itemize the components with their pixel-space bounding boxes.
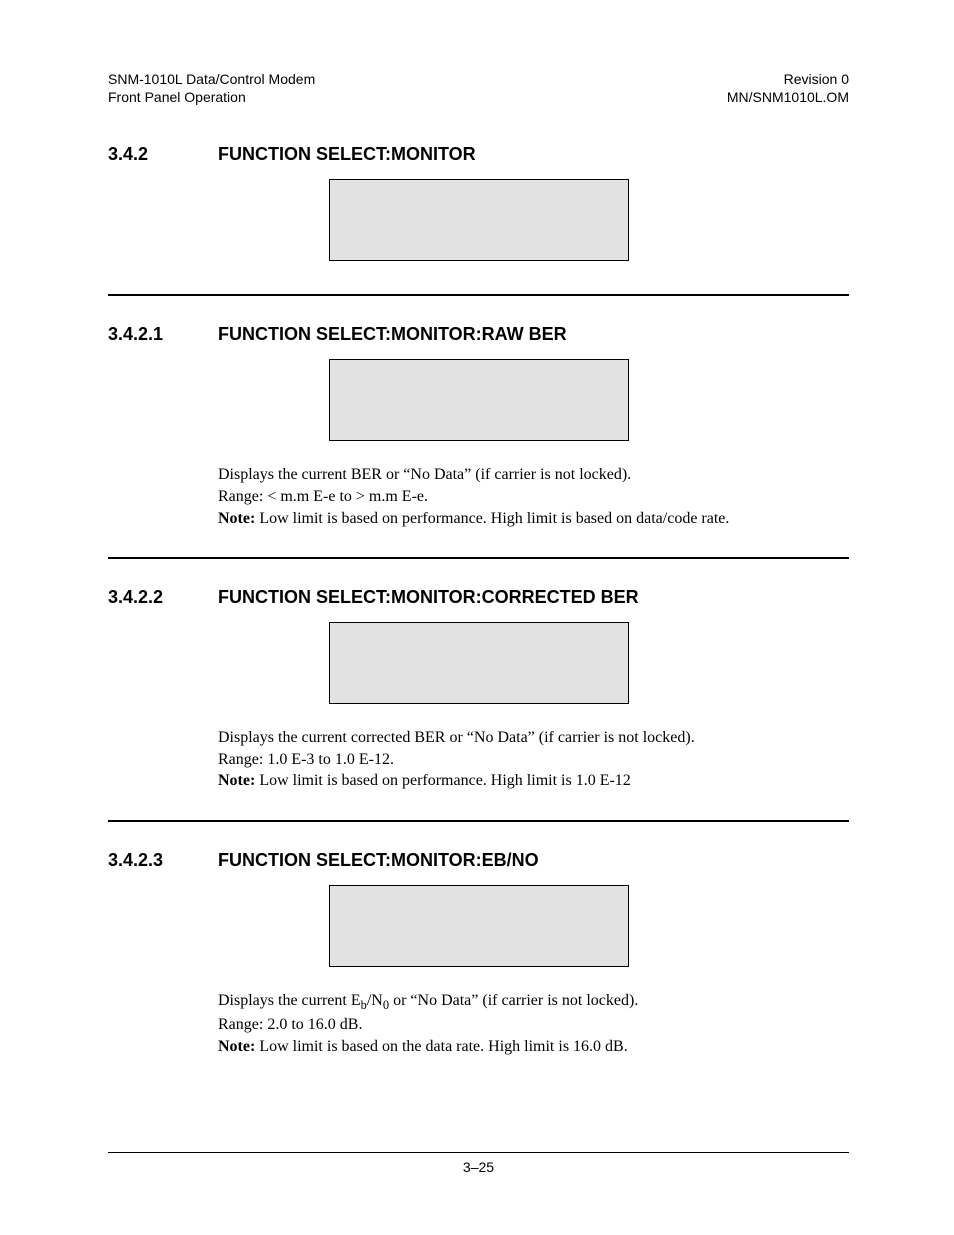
note-label: Note: (218, 1038, 255, 1055)
section-divider (108, 294, 849, 296)
note-label: Note: (218, 510, 255, 527)
section-3423: 3.4.2.3 FUNCTION SELECT:MONITOR:EB/NO Di… (108, 850, 849, 1057)
footer-divider (108, 1152, 849, 1153)
body-mid: /N (367, 992, 383, 1009)
note-line: Note: Low limit is based on performance.… (218, 770, 849, 792)
note-label: Note: (218, 772, 255, 789)
body-line: Displays the current BER or “No Data” (i… (218, 464, 849, 486)
section-number: 3.4.2.1 (108, 324, 218, 345)
section-title: FUNCTION SELECT:MONITOR:RAW BER (218, 324, 849, 345)
body-line: Range: 1.0 E-3 to 1.0 E-12. (218, 749, 849, 771)
body-line: Displays the current corrected BER or “N… (218, 727, 849, 749)
note-line: Note: Low limit is based on performance.… (218, 508, 849, 530)
page-header: SNM-1010L Data/Control Modem Front Panel… (108, 70, 849, 106)
display-box-wrap (108, 885, 849, 972)
section-3421: 3.4.2.1 FUNCTION SELECT:MONITOR:RAW BER … (108, 324, 849, 559)
display-box-wrap (108, 359, 849, 446)
section-number: 3.4.2.3 (108, 850, 218, 871)
display-box-wrap (108, 179, 849, 266)
section-body: Displays the current Eb/N0 or “No Data” … (218, 990, 849, 1057)
section-3422: 3.4.2.2 FUNCTION SELECT:MONITOR:CORRECTE… (108, 587, 849, 822)
section-title: FUNCTION SELECT:MONITOR (218, 144, 849, 165)
header-revision: Revision 0 (727, 70, 849, 88)
section-divider (108, 557, 849, 559)
lcd-display-box (329, 359, 629, 441)
note-line: Note: Low limit is based on the data rat… (218, 1036, 849, 1058)
section-342: 3.4.2 FUNCTION SELECT:MONITOR (108, 144, 849, 296)
note-text: Low limit is based on the data rate. Hig… (255, 1038, 627, 1055)
page-number: 3–25 (108, 1159, 849, 1175)
section-body: Displays the current corrected BER or “N… (218, 727, 849, 792)
lcd-display-box (329, 885, 629, 967)
section-title: FUNCTION SELECT:MONITOR:CORRECTED BER (218, 587, 849, 608)
header-doc-title: SNM-1010L Data/Control Modem (108, 70, 315, 88)
note-text: Low limit is based on performance. High … (255, 510, 729, 527)
section-body: Displays the current BER or “No Data” (i… (218, 464, 849, 529)
body-suffix: or “No Data” (if carrier is not locked). (389, 992, 638, 1009)
body-line: Range: 2.0 to 16.0 dB. (218, 1014, 849, 1036)
note-text: Low limit is based on performance. High … (255, 772, 631, 789)
page-footer: 3–25 (108, 1152, 849, 1175)
header-manual-id: MN/SNM1010L.OM (727, 88, 849, 106)
header-left: SNM-1010L Data/Control Modem Front Panel… (108, 70, 315, 106)
section-divider (108, 820, 849, 822)
section-heading: 3.4.2 FUNCTION SELECT:MONITOR (108, 144, 849, 165)
page: SNM-1010L Data/Control Modem Front Panel… (0, 0, 954, 1235)
body-line: Displays the current Eb/N0 or “No Data” … (218, 990, 849, 1014)
section-heading: 3.4.2.3 FUNCTION SELECT:MONITOR:EB/NO (108, 850, 849, 871)
lcd-display-box (329, 179, 629, 261)
section-heading: 3.4.2.1 FUNCTION SELECT:MONITOR:RAW BER (108, 324, 849, 345)
section-number: 3.4.2.2 (108, 587, 218, 608)
body-line: Range: < m.m E-e to > m.m E-e. (218, 486, 849, 508)
header-right: Revision 0 MN/SNM1010L.OM (727, 70, 849, 106)
body-prefix: Displays the current E (218, 992, 361, 1009)
lcd-display-box (329, 622, 629, 704)
header-doc-section: Front Panel Operation (108, 88, 315, 106)
section-number: 3.4.2 (108, 144, 218, 165)
display-box-wrap (108, 622, 849, 709)
section-heading: 3.4.2.2 FUNCTION SELECT:MONITOR:CORRECTE… (108, 587, 849, 608)
section-title: FUNCTION SELECT:MONITOR:EB/NO (218, 850, 849, 871)
